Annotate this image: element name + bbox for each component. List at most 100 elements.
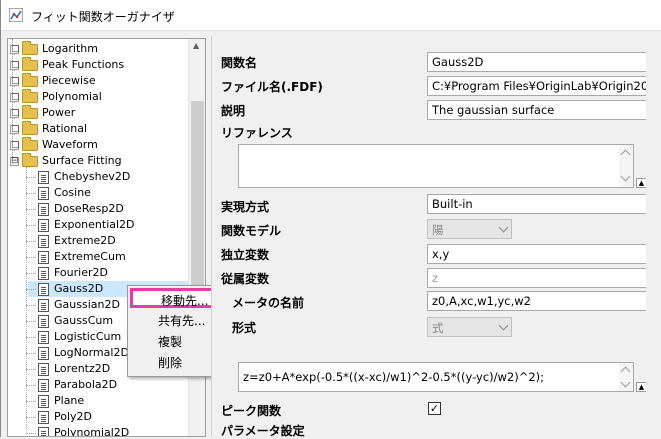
tree-folder-row[interactable]: □ Rational [10,121,188,137]
tree-function-label: LogisticCum [54,330,122,343]
tree-function-row[interactable]: Exponential2D [26,217,188,233]
equation-scrollbar[interactable] [619,363,633,391]
expander-icon[interactable]: □ [10,109,20,118]
folder-icon [22,73,38,87]
fit-function-organizer-window: フィット関数オーガナイザ □ Logarithm □ Peak Functions □ P… [0,0,661,438]
expander-icon[interactable]: □ [10,45,20,54]
function-model-select[interactable]: 陽 [427,219,512,239]
tree-function-label: Polynomial2D [54,426,130,437]
dependent-vars-field[interactable]: z [427,268,648,288]
tree-folder-label: Power [42,106,76,119]
tree-folder-row[interactable]: □ Waveform [10,137,188,153]
tree-folder-label: Surface Fitting [42,154,122,167]
tree-function-label: Lorentz2D [54,362,111,375]
expander-icon[interactable]: □ [10,141,20,150]
equation-field[interactable]: z=z0+A*exp(-0.5*((x-xc)/w1)^2-0.5*((y-yc… [238,362,634,392]
tree-function-row[interactable]: Chebyshev2D [26,169,188,185]
form-select[interactable]: 式 [427,317,512,337]
document-icon [38,203,49,216]
function-properties-panel: 関数名 Gauss2D ファイル名(.FDF) C:¥Program Files… [211,36,661,438]
document-icon [38,187,49,200]
expander-icon[interactable]: □ [10,93,20,102]
description-field[interactable]: The gaussian surface [427,100,648,120]
chevron-down-icon [498,320,509,331]
document-icon [38,395,49,408]
parameter-names-label: メータの名前 [232,296,305,310]
file-name-label: ファイル名(.FDF) [221,80,323,94]
panel-scrollbar[interactable] [646,36,661,437]
tree-function-label: Gauss2D [54,282,104,295]
tree-function-row[interactable]: Extreme2D [26,233,188,249]
peak-function-checkbox[interactable]: ✓ [428,402,441,415]
implementation-field[interactable]: Built-in [427,194,648,214]
function-tree[interactable]: □ Logarithm □ Peak Functions □ Piecewise □ Poly… [7,38,206,437]
reference-field[interactable] [238,144,634,188]
tree-function-row[interactable]: Parabola2D [26,377,188,393]
folder-icon [22,57,38,71]
tree-function-label: Poly2D [54,410,93,423]
expander-icon[interactable]: □ [10,77,20,86]
window-title: フィット関数オーガナイザ [31,10,175,24]
folder-icon [22,41,38,55]
folder-icon [22,121,38,135]
independent-vars-field[interactable]: x,y [427,244,648,264]
tree-function-label: DoseResp2D [54,202,124,215]
tree-function-row[interactable]: Cosine [26,185,188,201]
tree-function-label: Gaussian2D [54,298,120,311]
tree-folder-label: Rational [42,122,88,135]
tree-folder-label: Waveform [42,138,98,151]
tree-folder-label: Logarithm [42,42,98,55]
folder-icon [22,153,38,167]
document-icon [38,219,49,232]
document-icon [38,283,49,296]
tree-function-row[interactable]: ExtremeCum [26,249,188,265]
tree-function-label: Extreme2D [54,234,116,247]
independent-vars-label: 独立変数 [221,248,270,262]
tree-folder-label: Peak Functions [42,58,125,71]
document-icon [38,235,49,248]
tree-folder-row[interactable]: □ Piecewise [10,73,188,89]
tree-function-row[interactable]: DoseResp2D [26,201,188,217]
file-name-field[interactable]: C:¥Program Files¥OriginLab¥Origin201 [427,76,648,96]
equation-text: z=z0+A*exp(-0.5*((x-xc)/w1)^2-0.5*((y-yc… [243,370,545,384]
reference-label: リファレンス [221,126,293,140]
dependent-vars-label: 従属変数 [221,272,270,286]
tree-folder-row[interactable]: □ Peak Functions [10,57,188,73]
function-name-field[interactable]: Gauss2D [427,52,648,72]
implementation-label: 実現方式 [221,200,270,214]
parameter-names-field[interactable]: z0,A,xc,w1,yc,w2 [427,291,648,311]
tree-scrollbar[interactable]: ▲ [188,39,205,436]
function-model-value: 陽 [432,223,444,237]
tree-function-row[interactable]: Fourier2D [26,265,188,281]
peak-function-label: ピーク関数 [221,404,282,418]
document-icon [38,363,49,376]
parameter-settings-label: パラメータ設定 [221,424,305,438]
reference-scrollbar[interactable] [619,145,633,187]
document-icon [38,427,49,436]
tree-function-row[interactable]: Polynomial2D [26,425,188,437]
tree-function-row[interactable]: Poly2D [26,409,188,425]
tree-folder-row[interactable]: ⊟ Surface Fitting [10,153,188,169]
folder-icon [22,137,38,151]
document-icon [38,379,49,392]
chevron-down-icon [498,222,509,233]
tree-folder-row[interactable]: □ Polynomial [10,89,188,105]
function-model-label: 関数モデル [221,224,282,238]
tree-function-row[interactable]: Plane [26,393,188,409]
folder-icon [22,105,38,119]
tree-folder-row[interactable]: □ Logarithm [10,41,188,57]
tree-function-label: Parabola2D [54,378,118,391]
tree-folder-label: Polynomial [42,90,102,103]
tree-folder-row[interactable]: □ Power [10,105,188,121]
scroll-up-icon[interactable]: ▲ [193,41,199,50]
document-icon [38,411,49,424]
folder-icon [22,89,38,103]
expander-icon[interactable]: ⊟ [10,157,19,166]
form-value: 式 [432,321,444,335]
expander-icon[interactable]: □ [10,125,20,134]
expander-icon[interactable]: □ [10,61,20,70]
tree-function-label: Plane [54,394,85,407]
tree-function-label: Cosine [54,186,91,199]
document-icon [38,315,49,328]
tree-function-label: LogNormal2D [54,346,129,359]
